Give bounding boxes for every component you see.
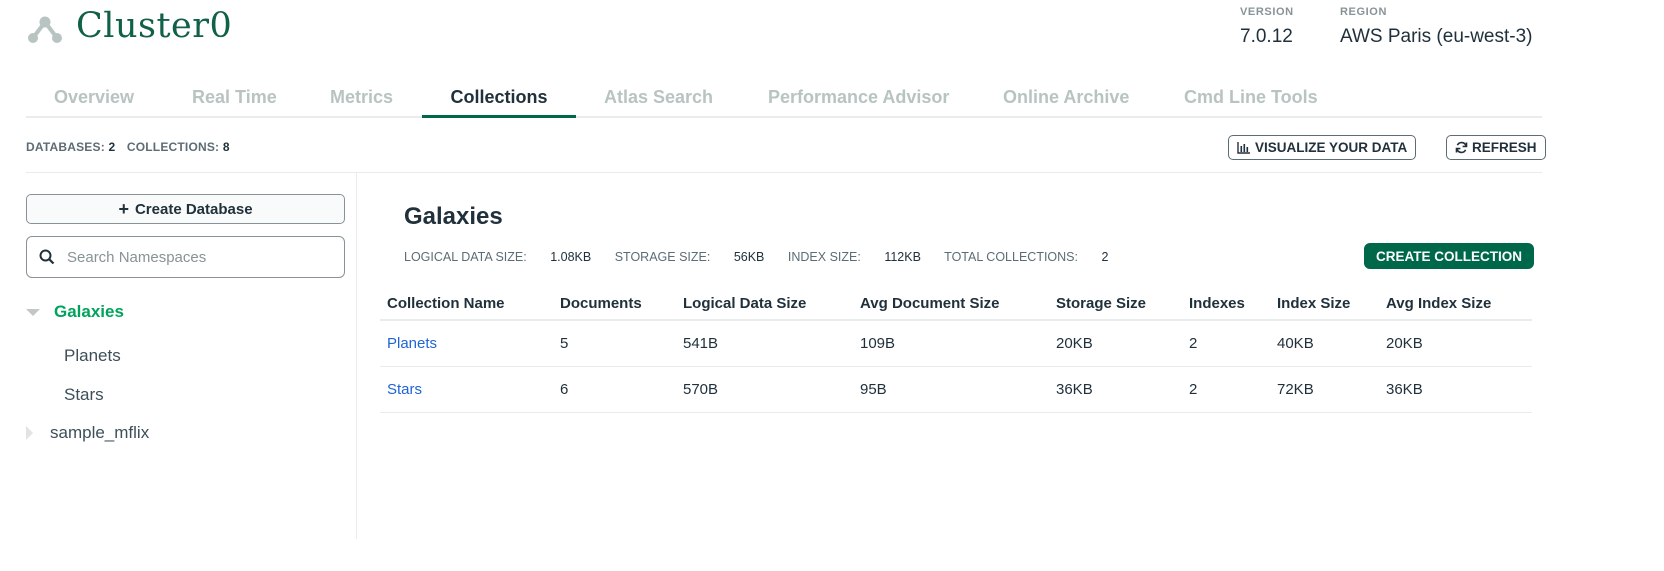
- table-cell: 20KB: [1056, 335, 1093, 352]
- namespace-stats: DATABASES: 2 COLLECTIONS: 8: [26, 140, 238, 154]
- tab-cmd-line-tools[interactable]: Cmd Line Tools: [1184, 78, 1318, 118]
- visualize-data-button[interactable]: VISUALIZE YOUR DATA: [1228, 135, 1417, 160]
- table-cell: 36KB: [1386, 381, 1423, 398]
- collection-link[interactable]: Stars: [387, 381, 422, 398]
- sidebar-db-galaxies[interactable]: Galaxies: [26, 302, 124, 322]
- collections-count: 8: [222, 140, 230, 154]
- databases-label: DATABASES:: [26, 140, 105, 154]
- header-divider: [26, 172, 1542, 173]
- region-info: REGION AWS Paris (eu-west-3): [1340, 6, 1533, 48]
- sidebar-collection-stars[interactable]: Stars: [64, 385, 104, 405]
- bar-chart-icon: [1237, 142, 1250, 154]
- visualize-data-label: VISUALIZE YOUR DATA: [1255, 140, 1408, 155]
- table-cell: 95B: [860, 381, 887, 398]
- column-header[interactable]: Storage Size: [1056, 295, 1146, 312]
- column-header[interactable]: Logical Data Size: [683, 295, 806, 312]
- table-row: Stars 6 570B 95B 36KB 2 72KB 36KB: [380, 367, 1532, 413]
- tab-overview[interactable]: Overview: [54, 78, 134, 118]
- table-cell: 40KB: [1277, 335, 1314, 352]
- table-cell: 109B: [860, 335, 896, 352]
- column-header[interactable]: Indexes: [1189, 295, 1245, 312]
- storage-size-stat: STORAGE SIZE: 56KB: [614, 250, 765, 264]
- table-cell: 36KB: [1056, 381, 1093, 398]
- cluster-tabs: Overview Real Time Metrics Collections A…: [26, 78, 1542, 118]
- table-cell: 570B: [683, 381, 719, 398]
- logical-size-stat: LOGICAL DATA SIZE: 1.08KB: [404, 250, 592, 264]
- sidebar-db-sample-mflix[interactable]: sample_mflix: [26, 423, 149, 443]
- chevron-right-icon[interactable]: [26, 426, 33, 440]
- version-value: 7.0.12: [1240, 26, 1293, 47]
- db-name-label: Galaxies: [54, 302, 124, 321]
- table-row: Planets 5 541B 109B 20KB 2 40KB 20KB: [380, 321, 1532, 367]
- refresh-label: REFRESH: [1472, 140, 1537, 155]
- refresh-button[interactable]: REFRESH: [1446, 135, 1546, 160]
- create-database-button[interactable]: + Create Database: [26, 194, 345, 224]
- table-cell: 541B: [683, 335, 719, 352]
- table-cell: 20KB: [1386, 335, 1423, 352]
- cluster-title: Cluster0: [76, 6, 233, 46]
- create-collection-button[interactable]: CREATE COLLECTION: [1364, 243, 1534, 269]
- collection-link[interactable]: Planets: [387, 335, 437, 352]
- chevron-down-icon[interactable]: [26, 308, 40, 316]
- region-label: REGION: [1340, 6, 1387, 18]
- search-icon: [39, 249, 55, 265]
- databases-count: 2: [108, 140, 116, 154]
- table-cell: 5: [560, 335, 569, 352]
- table-cell: 6: [560, 381, 569, 398]
- sidebar-divider: [356, 173, 357, 539]
- index-size-stat: INDEX SIZE: 112KB: [787, 250, 921, 264]
- region-value: AWS Paris (eu-west-3): [1340, 26, 1533, 47]
- search-namespaces-input[interactable]: [67, 248, 327, 266]
- column-header[interactable]: Collection Name: [387, 295, 505, 312]
- column-header[interactable]: Avg Document Size: [860, 295, 999, 312]
- database-stats: LOGICAL DATA SIZE: 1.08KB STORAGE SIZE: …: [404, 250, 1128, 264]
- tab-atlas-search[interactable]: Atlas Search: [604, 78, 713, 118]
- tab-collections[interactable]: Collections: [422, 78, 576, 118]
- table-cell: 2: [1189, 335, 1198, 352]
- column-header[interactable]: Index Size: [1277, 295, 1350, 312]
- total-collections-stat: TOTAL COLLECTIONS: 2: [944, 250, 1109, 264]
- tab-online-archive[interactable]: Online Archive: [1003, 78, 1129, 118]
- table-cell: 72KB: [1277, 381, 1314, 398]
- refresh-icon: [1455, 141, 1468, 154]
- column-header[interactable]: Avg Index Size: [1386, 295, 1491, 312]
- table-header-row: Collection Name Documents Logical Data S…: [380, 286, 1532, 321]
- sidebar-collection-planets[interactable]: Planets: [64, 346, 121, 366]
- cluster-header: Cluster0 VERSION 7.0.12 REGION AWS Paris…: [0, 0, 1664, 70]
- tab-metrics[interactable]: Metrics: [330, 78, 393, 118]
- create-database-label: Create Database: [134, 200, 253, 218]
- cluster-icon: [28, 16, 62, 43]
- column-header[interactable]: Documents: [560, 295, 642, 312]
- plus-icon: +: [118, 199, 129, 219]
- db-name-label: sample_mflix: [50, 423, 150, 442]
- table-cell: 2: [1189, 381, 1198, 398]
- collections-table: Collection Name Documents Logical Data S…: [380, 286, 1532, 413]
- version-info: VERSION 7.0.12: [1240, 6, 1294, 48]
- collections-label: COLLECTIONS:: [126, 140, 220, 154]
- version-label: VERSION: [1240, 6, 1294, 18]
- tab-performance-advisor[interactable]: Performance Advisor: [768, 78, 949, 118]
- database-title: Galaxies: [404, 203, 503, 230]
- tab-real-time[interactable]: Real Time: [192, 78, 277, 118]
- search-namespaces-box: [26, 236, 345, 278]
